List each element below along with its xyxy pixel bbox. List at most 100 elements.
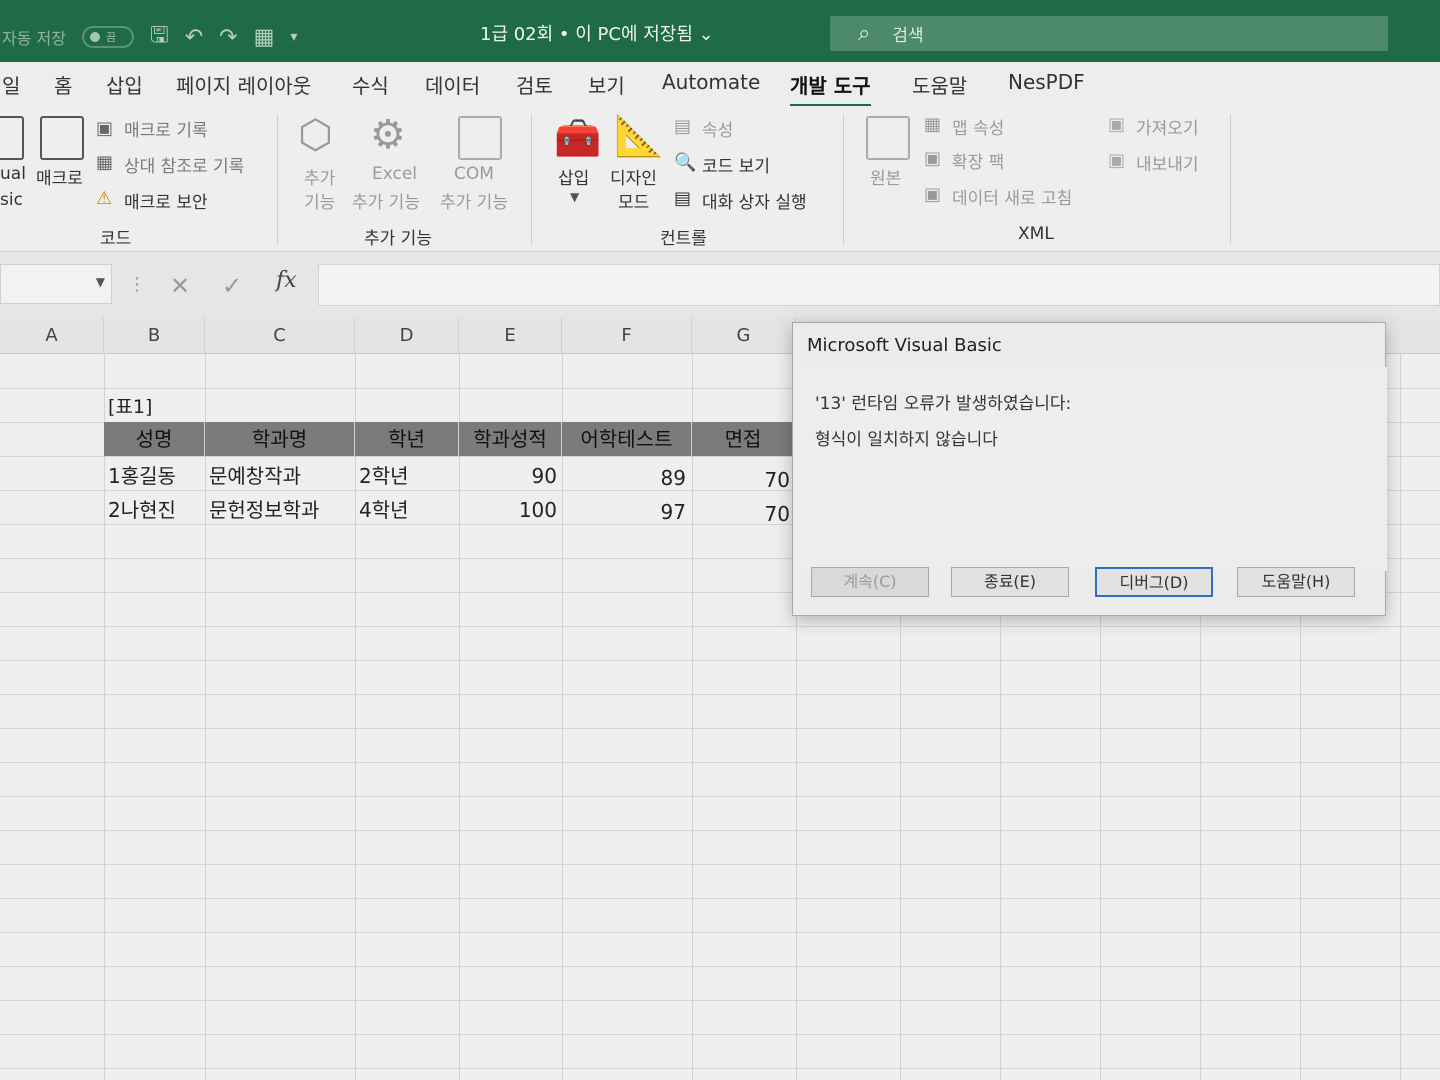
- redo-icon[interactable]: ↷: [219, 25, 237, 50]
- autosave-toggle[interactable]: 끔: [81, 26, 134, 48]
- macros-icon[interactable]: [40, 116, 84, 160]
- gridline: [0, 1068, 1440, 1069]
- com-add-ins-label-1[interactable]: COM: [454, 164, 494, 184]
- table-header-cell[interactable]: 어학테스트: [562, 422, 692, 456]
- visual-basic-label-2[interactable]: sic: [0, 190, 23, 210]
- tab-data[interactable]: 데이터: [425, 70, 480, 99]
- add-ins-label-2[interactable]: 기능: [304, 188, 335, 213]
- column-header-d[interactable]: D: [355, 318, 459, 354]
- column-header-b[interactable]: B: [104, 318, 205, 354]
- tab-help[interactable]: 도움말: [912, 70, 967, 99]
- properties-button[interactable]: 속성: [702, 116, 733, 141]
- table-header-cell[interactable]: 면접: [692, 422, 794, 456]
- formula-input[interactable]: [318, 264, 1440, 306]
- import-button[interactable]: 가져오기: [1136, 114, 1199, 139]
- excel-add-ins-label-1[interactable]: Excel: [372, 164, 417, 184]
- tab-page-layout[interactable]: 페이지 레이아웃: [176, 70, 311, 99]
- visual-basic-label-1[interactable]: ual: [0, 164, 26, 184]
- continue-button[interactable]: 계속(C): [811, 567, 929, 597]
- gridline: [1400, 354, 1401, 1080]
- tab-developer[interactable]: 개발 도구: [790, 70, 871, 108]
- tab-view[interactable]: 보기: [588, 70, 625, 99]
- table-cell[interactable]: 문헌정보학과: [209, 494, 319, 523]
- tab-nespdf[interactable]: NesPDF: [1008, 70, 1085, 94]
- cancel-icon[interactable]: ✕: [170, 272, 190, 300]
- com-add-ins-label-2[interactable]: 추가 기능: [440, 188, 508, 213]
- table-caption[interactable]: [표1]: [108, 392, 152, 419]
- tab-home[interactable]: 홈: [54, 70, 72, 99]
- export-button[interactable]: 내보내기: [1136, 150, 1199, 175]
- gridline: [104, 354, 105, 1080]
- document-title[interactable]: 1급 02회 • 이 PC에 저장됨 ⌄: [480, 20, 714, 46]
- column-header-f[interactable]: F: [562, 318, 692, 354]
- run-dialog-button[interactable]: 대화 상자 실행: [702, 188, 807, 213]
- relative-reference-button[interactable]: 상대 참조로 기록: [124, 152, 244, 177]
- name-box[interactable]: ▼: [0, 264, 112, 304]
- tab-review[interactable]: 검토: [516, 70, 553, 99]
- table-cell[interactable]: 97: [562, 500, 686, 524]
- run-dialog-icon: ▤: [674, 188, 692, 209]
- tab-automate[interactable]: Automate: [662, 70, 760, 94]
- group-separator: [277, 114, 278, 244]
- table-header-cell[interactable]: 성명: [104, 422, 205, 456]
- column-header-g[interactable]: G: [692, 318, 796, 354]
- formula-bar: ▼ ⋮ ✕ ✓ fx: [0, 252, 1440, 318]
- warning-icon: ⚠: [96, 188, 113, 209]
- macros-button[interactable]: 매크로: [36, 164, 83, 189]
- table-cell[interactable]: 70: [692, 502, 790, 526]
- table-cell[interactable]: 2학년: [359, 460, 409, 489]
- undo-icon[interactable]: ↶: [185, 25, 203, 50]
- table-cell[interactable]: 89: [562, 466, 686, 490]
- tab-insert[interactable]: 삽입: [106, 70, 143, 99]
- table-header-cell[interactable]: 학과성적: [459, 422, 562, 456]
- view-code-button[interactable]: 코드 보기: [702, 152, 770, 177]
- expansion-pack-button[interactable]: 확장 팩: [952, 148, 1004, 173]
- column-header-e[interactable]: E: [459, 318, 562, 354]
- macro-security-button[interactable]: 매크로 보안: [124, 188, 208, 213]
- vb-error-dialog: Microsoft Visual Basic '13' 런타임 오류가 발생하였…: [792, 322, 1387, 616]
- table-header-cell[interactable]: 학년: [355, 422, 459, 456]
- insert-control-button[interactable]: 삽입: [558, 164, 589, 189]
- debug-button[interactable]: 디버그(D): [1095, 567, 1213, 597]
- design-mode-label-1[interactable]: 디자인: [610, 164, 657, 189]
- ribbon-tabs: 일 홈 삽입 페이지 레이아웃 수식 데이터 검토 보기 Automate 개발…: [0, 62, 1440, 108]
- refresh-data-button[interactable]: 데이터 새로 고침: [952, 184, 1072, 209]
- title-bar: 자동 저장 끔 🖫 ↶ ↷ ▦ ▾ 1급 02회 • 이 PC에 저장됨 ⌄ ⌕…: [0, 0, 1440, 62]
- map-properties-button[interactable]: 맵 속성: [952, 114, 1004, 139]
- table-header-row: 성명 학과명 학년 학과성적 어학테스트 면접: [104, 422, 794, 456]
- excel-add-ins-label-2[interactable]: 추가 기능: [352, 188, 420, 213]
- insert-function-icon[interactable]: fx: [276, 268, 297, 293]
- tab-file[interactable]: 일: [2, 70, 20, 99]
- table-cell[interactable]: 100: [459, 498, 557, 522]
- table-cell[interactable]: 1홍길동: [108, 460, 176, 489]
- enter-icon[interactable]: ✓: [222, 272, 242, 300]
- gridline: [0, 898, 1440, 899]
- column-header-c[interactable]: C: [205, 318, 355, 354]
- tab-formulas[interactable]: 수식: [352, 70, 389, 99]
- xml-source-button[interactable]: 원본: [870, 164, 901, 189]
- gridline: [0, 1034, 1440, 1035]
- customize-qat-icon[interactable]: ▾: [290, 29, 297, 45]
- add-ins-label-1[interactable]: 추가: [304, 164, 335, 189]
- table-cell[interactable]: 2나현진: [108, 494, 176, 523]
- save-icon[interactable]: 🖫: [150, 18, 169, 56]
- group-label-add-ins: 추가 기능: [364, 229, 432, 249]
- help-button[interactable]: 도움말(H): [1237, 567, 1355, 597]
- com-add-ins-icon: [458, 116, 502, 160]
- gridline: [459, 354, 460, 1080]
- table-cell[interactable]: 4학년: [359, 494, 409, 523]
- end-button[interactable]: 종료(E): [951, 567, 1069, 597]
- gridline: [0, 728, 1440, 729]
- table-cell[interactable]: 70: [692, 468, 790, 492]
- table-cell[interactable]: 문예창작과: [209, 460, 301, 489]
- chevron-down-icon[interactable]: ▼: [96, 275, 105, 289]
- form-icon[interactable]: ▦: [254, 25, 275, 50]
- table-cell[interactable]: 90: [459, 464, 557, 488]
- search-input[interactable]: ⌕ 검색: [830, 16, 1388, 51]
- record-macro-button[interactable]: 매크로 기록: [124, 116, 208, 141]
- record-macro-icon: ▣: [96, 118, 114, 139]
- design-mode-label-2[interactable]: 모드: [618, 188, 649, 213]
- table-header-cell[interactable]: 학과명: [205, 422, 355, 456]
- visual-basic-icon[interactable]: [0, 116, 24, 160]
- column-header-a[interactable]: A: [0, 318, 104, 354]
